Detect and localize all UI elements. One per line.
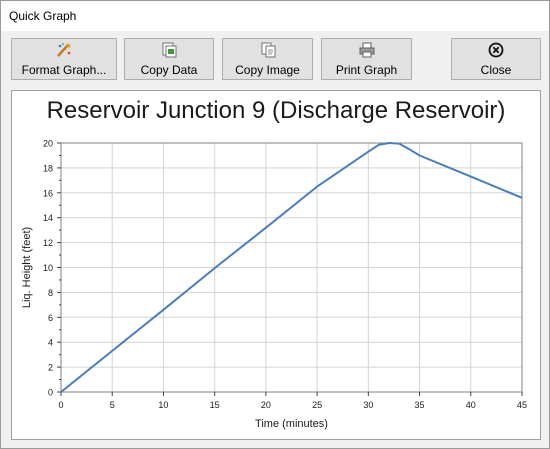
x-tick-label: 25 [312, 400, 322, 410]
copy-data-icon [162, 42, 177, 58]
x-tick-label: 10 [158, 400, 168, 410]
x-axis-label: Time (minutes) [255, 418, 328, 430]
y-tick-label: 12 [43, 238, 53, 248]
quick-graph-window: Quick Graph Format Graph... Copy Data Co… [0, 0, 550, 449]
window-title: Quick Graph [9, 9, 77, 23]
toolbar: Format Graph... Copy Data Copy Image Pri… [1, 31, 549, 83]
print-graph-button[interactable]: Print Graph [321, 38, 412, 80]
title-bar: Quick Graph [1, 1, 549, 31]
y-tick-label: 14 [43, 213, 53, 223]
format-graph-icon [57, 43, 71, 57]
y-tick-label: 0 [48, 388, 53, 398]
x-tick-label: 20 [261, 400, 271, 410]
print-graph-label: Print Graph [335, 63, 398, 77]
close-icon [488, 42, 504, 58]
y-tick-label: 8 [48, 288, 53, 298]
line-chart: 0 2 4 6 8 10 12 14 16 18 20 0 5 10 15 20 25 30 35 40 45 Time … [21, 139, 527, 431]
y-tick-label: 6 [48, 313, 53, 323]
y-tick-label: 20 [43, 139, 53, 149]
copy-image-icon [261, 42, 275, 58]
y-tick-label: 2 [48, 363, 53, 373]
x-tick-label: 40 [466, 400, 476, 410]
chart-title: Reservoir Junction 9 (Discharge Reservoi… [46, 97, 506, 124]
copy-data-button[interactable]: Copy Data [124, 38, 214, 80]
x-tick-label: 45 [517, 400, 527, 410]
y-tick-label: 16 [43, 188, 53, 198]
copy-data-label: Copy Data [140, 63, 198, 77]
chart-panel: Reservoir Junction 9 (Discharge Reservoi… [11, 90, 541, 440]
format-graph-label: Format Graph... [21, 63, 107, 77]
printer-icon [359, 42, 374, 58]
x-tick-label: 35 [415, 400, 425, 410]
format-graph-button[interactable]: Format Graph... [11, 38, 117, 80]
copy-image-button[interactable]: Copy Image [222, 38, 313, 80]
y-tick-label: 18 [43, 163, 53, 173]
x-tick-label: 30 [363, 400, 373, 410]
close-label: Close [480, 63, 512, 77]
close-button[interactable]: Close [451, 38, 541, 80]
x-tick-label: 5 [110, 400, 115, 410]
y-tick-label: 4 [48, 338, 53, 348]
y-tick-label: 10 [43, 263, 53, 273]
x-tick-label: 15 [210, 400, 220, 410]
y-axis-label: Liq. Height (feet) [21, 227, 33, 308]
copy-image-label: Copy Image [235, 63, 300, 77]
x-tick-label: 0 [58, 400, 63, 410]
